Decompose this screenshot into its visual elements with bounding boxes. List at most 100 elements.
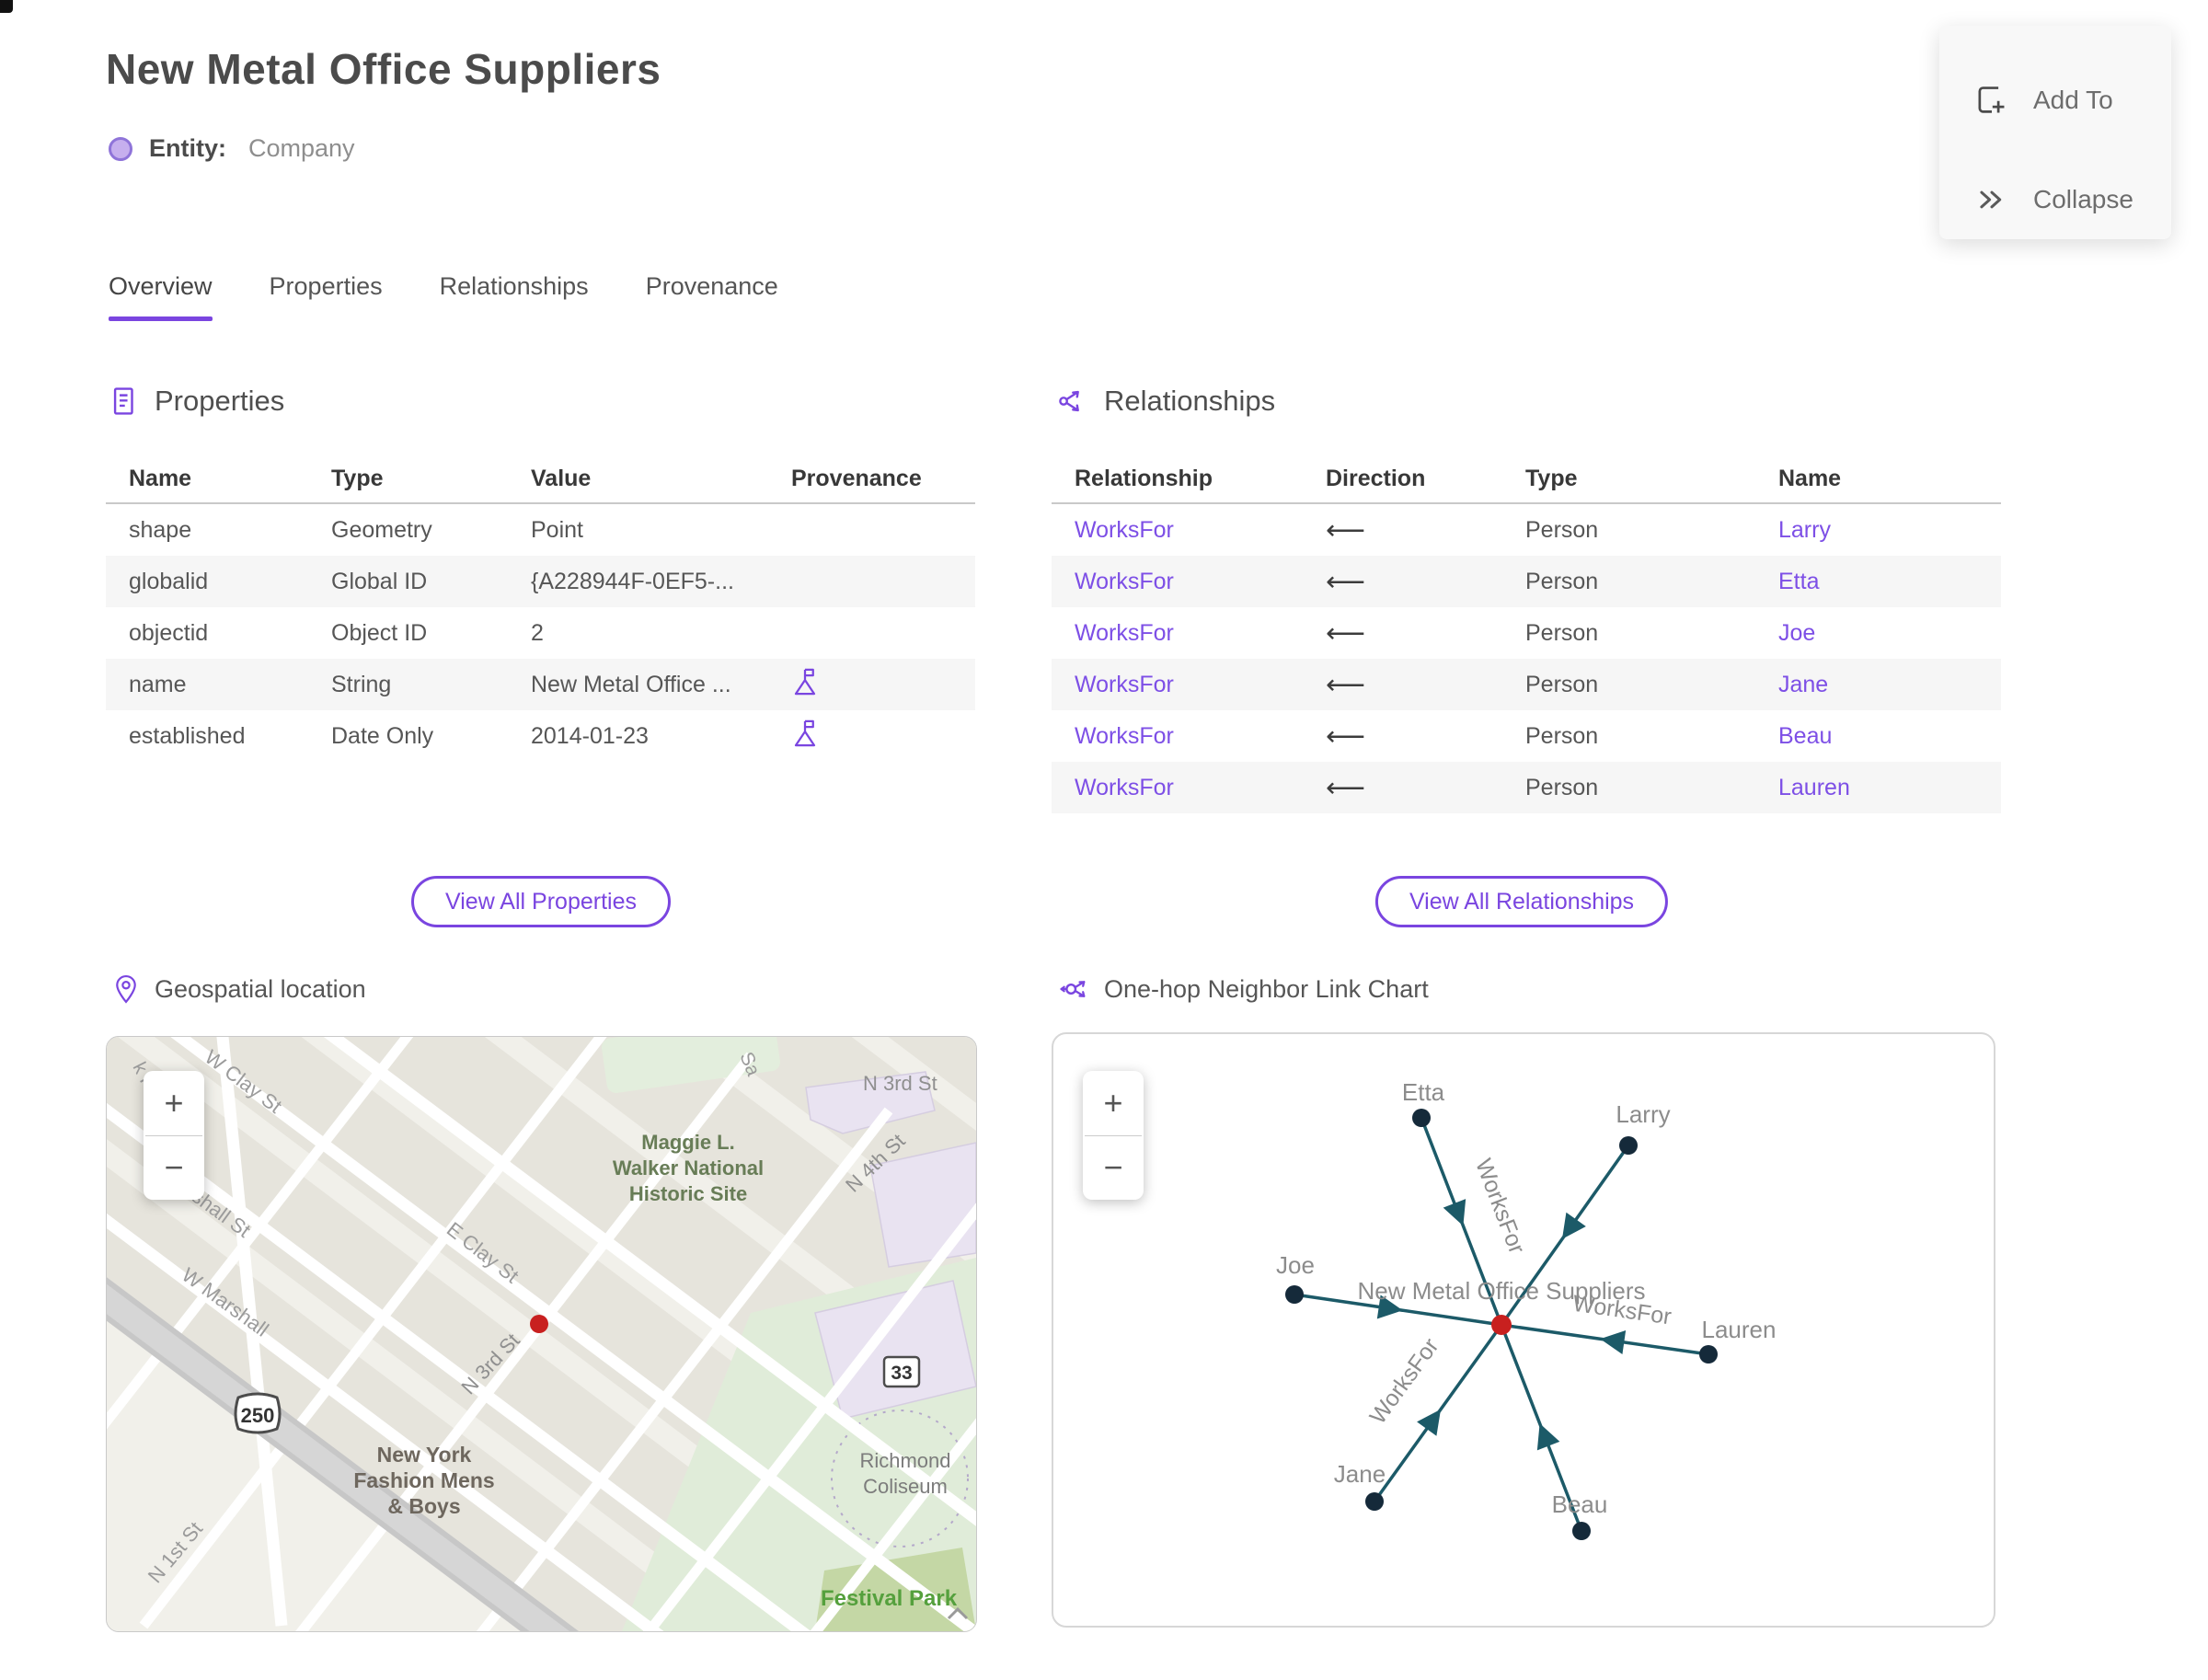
map-zoom-in-button[interactable]: + (144, 1071, 204, 1135)
provenance-flag-icon[interactable] (791, 718, 819, 749)
entity-badge-icon (109, 136, 132, 161)
node-label: Larry (1616, 1100, 1670, 1128)
entity-location-marker[interactable] (530, 1315, 548, 1333)
map-zoom-out-button[interactable]: − (144, 1136, 204, 1201)
graph-node-jane[interactable] (1365, 1492, 1384, 1511)
table-row: WorksFor ⟵ Person Jane (1052, 659, 2001, 710)
properties-table-header: Name Type Value Provenance (106, 455, 975, 504)
table-row: shape Geometry Point (106, 504, 975, 556)
rel-name-link[interactable]: Larry (1755, 517, 2001, 544)
poi-label: & Boys (387, 1494, 460, 1518)
link-chart[interactable]: WorksFor WorksFor WorksFor Etta Larry Jo… (1052, 1032, 1995, 1628)
relationship-link[interactable]: WorksFor (1052, 517, 1303, 544)
prop-name: shape (129, 516, 192, 543)
graph-node-lauren[interactable] (1699, 1345, 1718, 1364)
prop-value: 2 (531, 619, 544, 646)
map[interactable]: k Rd Sa W Clay St arshall St W Marshall … (106, 1036, 977, 1632)
add-to-label: Add To (2033, 86, 2113, 114)
prop-name: globalid (129, 568, 209, 594)
direction-arrow: ⟵ (1326, 617, 1366, 649)
view-all-properties-button[interactable]: View All Properties (411, 876, 671, 927)
link-chart-canvas: WorksFor WorksFor WorksFor Etta Larry Jo… (1276, 1078, 1776, 1540)
col-name: Name (129, 465, 192, 491)
prop-value: 2014-01-23 (531, 722, 649, 749)
properties-section-header: Properties (109, 385, 284, 418)
map-canvas: k Rd Sa W Clay St arshall St W Marshall … (107, 1037, 976, 1631)
add-to-button[interactable]: Add To (1974, 83, 2113, 118)
relationship-link[interactable]: WorksFor (1052, 723, 1303, 750)
graph-node-beau[interactable] (1572, 1522, 1591, 1540)
col-value: Value (531, 465, 592, 491)
tab-properties[interactable]: Properties (270, 272, 383, 321)
entity-label: Entity: (149, 134, 226, 162)
prop-type: String (331, 671, 392, 697)
rel-name-link[interactable]: Etta (1755, 569, 2001, 595)
relationships-section-header: Relationships (1056, 385, 1275, 418)
tab-provenance[interactable]: Provenance (646, 272, 778, 321)
rel-name-link[interactable]: Lauren (1755, 775, 2001, 801)
node-label: Jane (1334, 1460, 1386, 1488)
rel-name-link[interactable]: Beau (1755, 723, 2001, 750)
col-type: Type (1525, 465, 1578, 491)
chart-zoom-in-button[interactable]: + (1083, 1071, 1144, 1135)
route-shield-33: 33 (882, 1355, 921, 1388)
corner-mark (0, 0, 13, 13)
tab-relationships[interactable]: Relationships (440, 272, 589, 321)
chart-zoom-out-button[interactable]: − (1083, 1136, 1144, 1201)
street-label: N 3rd St (863, 1072, 937, 1095)
prop-value: New Metal Office ... (531, 671, 731, 697)
relationships-section-title: Relationships (1104, 385, 1276, 417)
rel-name-link[interactable]: Jane (1755, 672, 2001, 698)
entity-overview-page: New Metal Office Suppliers Entity: Compa… (0, 0, 2208, 1680)
properties-icon (113, 387, 133, 415)
table-row: objectid Object ID 2 (106, 607, 975, 659)
center-node-label: New Metal Office Suppliers (1357, 1277, 1645, 1305)
table-row: WorksFor ⟵ Person Lauren (1052, 762, 2001, 813)
prop-type: Date Only (331, 722, 434, 749)
direction-arrow: ⟵ (1326, 772, 1366, 803)
relationship-link[interactable]: WorksFor (1052, 775, 1303, 801)
graph-node-larry[interactable] (1619, 1136, 1638, 1155)
table-row: WorksFor ⟵ Person Etta (1052, 556, 2001, 607)
graph-node-joe[interactable] (1285, 1285, 1304, 1304)
link-chart-section-title: One-hop Neighbor Link Chart (1104, 974, 1429, 1003)
node-label: Etta (1402, 1078, 1445, 1106)
tab-bar: Overview Properties Relationships Proven… (109, 272, 778, 321)
link-chart-section-header: One-hop Neighbor Link Chart (1058, 973, 1429, 1005)
chevrons-right-icon (1980, 190, 2002, 209)
tab-overview[interactable]: Overview (109, 272, 213, 321)
prop-name: name (129, 671, 187, 697)
view-all-relationships-button[interactable]: View All Relationships (1374, 876, 1669, 927)
properties-section-title: Properties (155, 385, 285, 417)
map-zoom-control: + − (144, 1071, 204, 1200)
provenance-flag-icon[interactable] (791, 666, 819, 697)
poi-label: Festival Park (821, 1586, 958, 1611)
poi-label: New York (377, 1443, 472, 1467)
col-type: Type (331, 465, 384, 491)
relationship-link[interactable]: WorksFor (1052, 569, 1303, 595)
col-provenance: Provenance (791, 465, 922, 491)
geospatial-section-title: Geospatial location (155, 974, 366, 1003)
rel-type: Person (1525, 568, 1599, 594)
entity-value: Company (248, 134, 355, 162)
rel-name-link[interactable]: Joe (1755, 620, 2001, 647)
table-row: name String New Metal Office ... (106, 659, 975, 710)
geospatial-section-header: Geospatial location (112, 973, 366, 1005)
route-shield-250: 250 (234, 1392, 282, 1434)
rel-type: Person (1525, 619, 1599, 646)
graph-node-center[interactable] (1491, 1315, 1512, 1335)
graph-node-etta[interactable] (1412, 1109, 1431, 1127)
table-row: WorksFor ⟵ Person Larry (1052, 504, 2001, 556)
prop-name: established (129, 722, 246, 749)
poi-label: Richmond (859, 1449, 950, 1472)
poi-label: Maggie L. (641, 1131, 734, 1154)
edge-label: WorksFor (1364, 1333, 1443, 1429)
relationship-link[interactable]: WorksFor (1052, 672, 1303, 698)
direction-arrow: ⟵ (1326, 669, 1366, 700)
direction-arrow: ⟵ (1326, 720, 1366, 752)
entity-type-row: Entity: Company (109, 134, 355, 163)
direction-arrow: ⟵ (1326, 566, 1366, 597)
collapse-button[interactable]: Collapse (1974, 182, 2133, 217)
relationship-link[interactable]: WorksFor (1052, 620, 1303, 647)
prop-type: Global ID (331, 568, 428, 594)
